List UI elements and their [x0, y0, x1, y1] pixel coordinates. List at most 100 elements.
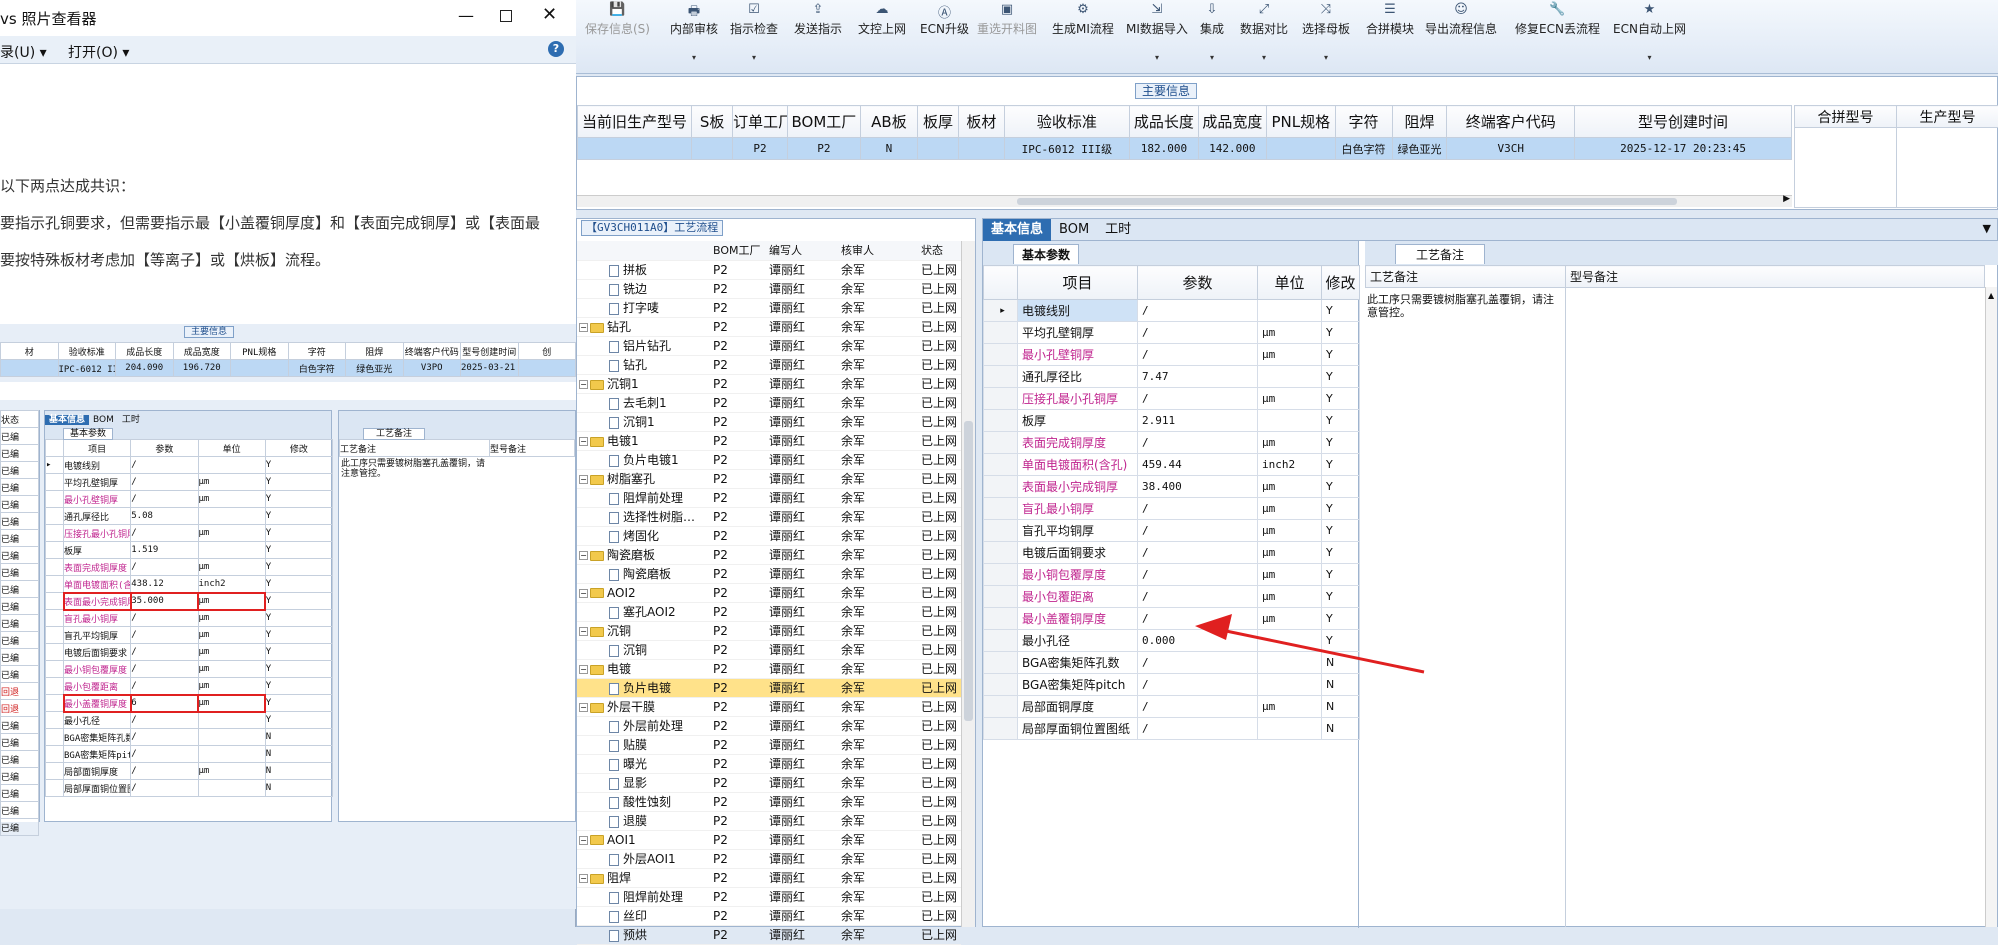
- param-modify[interactable]: Y: [1322, 388, 1360, 410]
- flow-tree-row[interactable]: 酸性蚀刻 P2 谭丽红 余军 已上网: [577, 792, 961, 811]
- param-modify[interactable]: N: [1322, 674, 1360, 696]
- merge-model-grid[interactable]: 合拼型号生产型号: [1794, 105, 1998, 208]
- menu-open[interactable]: 打开(O) ▾: [68, 42, 129, 62]
- flow-tree-row[interactable]: −电镀 P2 谭丽红 余军 已上网: [577, 659, 961, 678]
- param-value[interactable]: /: [1138, 542, 1258, 564]
- main-grid-cell[interactable]: 绿色亚光: [1392, 138, 1447, 160]
- param-row[interactable]: 压接孔最小孔铜厚 / μm Y: [984, 388, 1360, 410]
- flow-tree-row[interactable]: 烤固化 P2 谭丽红 余军 已上网: [577, 526, 961, 545]
- main-info-hscroll[interactable]: ▶: [577, 195, 1792, 207]
- scroll-right-icon[interactable]: ▶: [1783, 194, 1790, 204]
- param-modify[interactable]: Y: [1322, 542, 1360, 564]
- main-grid-row[interactable]: P2P2NIPC-6012 III级182.000142.000白色字符绿色亚光…: [578, 138, 1792, 160]
- flow-tree-row[interactable]: −外层干膜 P2 谭丽红 余军 已上网: [577, 697, 961, 716]
- flow-tree-row[interactable]: −陶瓷磨板 P2 谭丽红 余军 已上网: [577, 545, 961, 564]
- param-value[interactable]: /: [1138, 564, 1258, 586]
- main-grid-cell[interactable]: P2: [733, 138, 788, 160]
- param-row[interactable]: 板厚 2.911 Y: [984, 410, 1360, 432]
- process-flow-tree[interactable]: BOM工厂编写人核审人状态 拼板 P2 谭丽红 余军 已上网 铣边 P2 谭丽红…: [577, 241, 961, 945]
- param-value[interactable]: /: [1138, 652, 1258, 674]
- flow-tree-row[interactable]: 外层前处理 P2 谭丽红 余军 已上网: [577, 716, 961, 735]
- main-grid-cell[interactable]: [959, 138, 1005, 160]
- tab-2[interactable]: 工时: [1097, 219, 1139, 241]
- flow-tree-row[interactable]: 负片电镀 P2 谭丽红 余军 已上网: [577, 678, 961, 697]
- param-modify[interactable]: Y: [1322, 520, 1360, 542]
- main-grid-header[interactable]: AB板: [860, 106, 917, 138]
- param-modify[interactable]: Y: [1322, 608, 1360, 630]
- param-header[interactable]: 修改: [1322, 266, 1360, 300]
- param-value[interactable]: 2.911: [1138, 410, 1258, 432]
- toolbar-button-11[interactable]: ⤨选择母板▾: [1302, 2, 1350, 62]
- param-modify[interactable]: Y: [1322, 564, 1360, 586]
- param-modify[interactable]: Y: [1322, 366, 1360, 388]
- minimize-icon[interactable]: —: [458, 6, 474, 25]
- dropdown-arrow-icon[interactable]: ▾: [1613, 53, 1686, 62]
- maximize-icon[interactable]: [500, 10, 512, 22]
- flow-tree-row[interactable]: 贴膜 P2 谭丽红 余军 已上网: [577, 735, 961, 754]
- param-row[interactable]: 通孔厚径比 7.47 Y: [984, 366, 1360, 388]
- collapse-toggle-icon[interactable]: −: [579, 874, 588, 883]
- flow-tree-row[interactable]: 陶瓷磨板 P2 谭丽红 余军 已上网: [577, 564, 961, 583]
- param-value[interactable]: /: [1138, 432, 1258, 454]
- dropdown-arrow-icon[interactable]: ▾: [1200, 53, 1224, 62]
- main-grid-header[interactable]: 字符: [1335, 106, 1392, 138]
- flow-tree-row[interactable]: 外层AOI1 P2 谭丽红 余军 已上网: [577, 849, 961, 868]
- param-row[interactable]: 平均孔壁铜厚 / μm Y: [984, 322, 1360, 344]
- main-grid-header[interactable]: 型号创建时间: [1575, 106, 1792, 138]
- param-value[interactable]: /: [1138, 718, 1258, 740]
- flow-tree-row[interactable]: −阻焊 P2 谭丽红 余军 已上网: [577, 868, 961, 887]
- param-modify[interactable]: N: [1322, 696, 1360, 718]
- flow-tree-row[interactable]: −电镀1 P2 谭丽红 余军 已上网: [577, 431, 961, 450]
- param-value[interactable]: 0.000: [1138, 630, 1258, 652]
- main-grid-cell[interactable]: P2: [787, 138, 860, 160]
- param-value[interactable]: /: [1138, 696, 1258, 718]
- flow-tree-row[interactable]: 负片电镀1 P2 谭丽红 余军 已上网: [577, 450, 961, 469]
- flow-tree-row[interactable]: −AOI2 P2 谭丽红 余军 已上网: [577, 583, 961, 602]
- process-note-text[interactable]: 此工序只需要镀树脂塞孔盖覆铜，请注意管控。: [1367, 293, 1562, 319]
- main-grid-header[interactable]: BOM工厂: [787, 106, 860, 138]
- toolbar-button-9[interactable]: ⇩集成▾: [1200, 2, 1224, 62]
- collapse-toggle-icon[interactable]: −: [579, 836, 588, 845]
- param-header[interactable]: 参数: [1138, 266, 1258, 300]
- toolbar-button-8[interactable]: ⇲MI数据导入▾: [1126, 2, 1188, 62]
- tab-0[interactable]: 基本信息: [983, 219, 1051, 241]
- param-header[interactable]: 单位: [1258, 266, 1322, 300]
- param-modify[interactable]: Y: [1322, 300, 1360, 322]
- param-value[interactable]: /: [1138, 300, 1258, 322]
- toolbar-button-2[interactable]: ☑指示检查▾: [730, 2, 778, 62]
- param-value[interactable]: /: [1138, 586, 1258, 608]
- tab-process-notes[interactable]: 工艺备注: [1395, 244, 1485, 264]
- param-modify[interactable]: Y: [1322, 454, 1360, 476]
- param-row[interactable]: ▸ 电镀线别 / Y: [984, 300, 1360, 322]
- toolbar-button-15[interactable]: ★ECN自动上网▾: [1613, 2, 1686, 62]
- tree-vscroll[interactable]: [961, 241, 975, 927]
- flow-tree-row[interactable]: 钻孔 P2 谭丽红 余军 已上网: [577, 355, 961, 374]
- param-value[interactable]: /: [1138, 388, 1258, 410]
- param-modify[interactable]: Y: [1322, 498, 1360, 520]
- main-grid-cell[interactable]: 182.000: [1130, 138, 1198, 160]
- dropdown-arrow-icon[interactable]: ▾: [1240, 53, 1288, 62]
- param-row[interactable]: 电镀后面铜要求 / μm Y: [984, 542, 1360, 564]
- param-modify[interactable]: Y: [1322, 476, 1360, 498]
- collapse-toggle-icon[interactable]: −: [579, 437, 588, 446]
- basic-params-table[interactable]: 项目参数单位修改 ▸ 电镀线别 / Y 平均孔壁铜厚 / μm Y 最小孔壁铜厚…: [983, 265, 1360, 740]
- flow-tree-row[interactable]: −沉铜 P2 谭丽红 余军 已上网: [577, 621, 961, 640]
- flow-tree-row[interactable]: 预烘 P2 谭丽红 余军 已上网: [577, 925, 961, 944]
- param-modify[interactable]: Y: [1322, 630, 1360, 652]
- collapse-toggle-icon[interactable]: −: [579, 323, 588, 332]
- toolbar-button-13[interactable]: ☺导出流程信息: [1425, 2, 1497, 37]
- main-grid-header[interactable]: 终端客户代码: [1447, 106, 1575, 138]
- main-grid-header[interactable]: 成品宽度: [1198, 106, 1266, 138]
- tab-1[interactable]: BOM: [1051, 219, 1097, 241]
- toolbar-button-7[interactable]: ⚙生成MI流程: [1052, 2, 1114, 37]
- flow-tree-row[interactable]: 拼板 P2 谭丽红 余军 已上网: [577, 260, 961, 279]
- param-row[interactable]: 盲孔最小铜厚 / μm Y: [984, 498, 1360, 520]
- param-row[interactable]: 表面完成铜厚度 / μm Y: [984, 432, 1360, 454]
- menu-record[interactable]: 录(U) ▾: [0, 42, 47, 62]
- main-grid-cell[interactable]: N: [860, 138, 917, 160]
- main-grid-cell[interactable]: [578, 138, 692, 160]
- flow-tree-row[interactable]: 阻焊前处理 P2 谭丽红 余军 已上网: [577, 488, 961, 507]
- param-value[interactable]: /: [1138, 344, 1258, 366]
- flow-tree-row[interactable]: 去毛刺1 P2 谭丽红 余军 已上网: [577, 393, 961, 412]
- main-grid-cell[interactable]: [917, 138, 958, 160]
